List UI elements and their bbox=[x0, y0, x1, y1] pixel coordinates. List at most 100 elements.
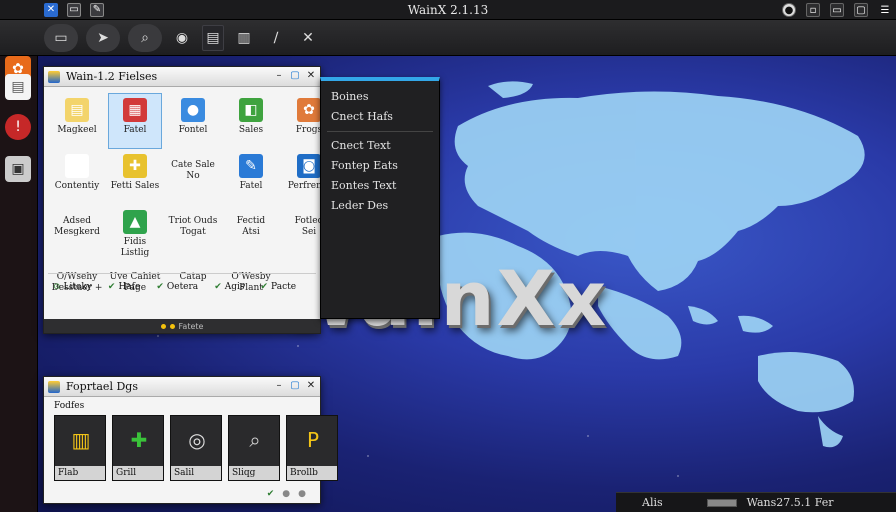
file-item[interactable]: ✆ Contentiy bbox=[50, 149, 104, 205]
file-item[interactable]: ● Fontel bbox=[166, 93, 220, 149]
tools-icon[interactable]: ✕ bbox=[296, 24, 320, 52]
tile-label: Flab bbox=[55, 466, 105, 480]
phone-icon: ✆ bbox=[65, 154, 89, 178]
document-icon[interactable]: ✎ bbox=[90, 2, 104, 17]
restore-icon[interactable]: ▭ bbox=[830, 3, 844, 17]
lock-icon: ◎ bbox=[188, 428, 206, 452]
check-icon[interactable]: ✔ bbox=[267, 489, 275, 499]
file-status-bar: Fatete bbox=[44, 319, 320, 333]
bottom-item[interactable]: ✔ Pacte bbox=[258, 281, 300, 293]
window-app-icon bbox=[48, 70, 60, 83]
menu-item[interactable]: Cnect Text bbox=[321, 136, 439, 156]
search-icon[interactable]: ⌕ bbox=[128, 23, 162, 52]
grid-app-icon: ▦ bbox=[123, 98, 147, 122]
file-item[interactable]: Cate Sale No bbox=[166, 149, 220, 205]
archive-icon[interactable]: ▭ bbox=[44, 23, 78, 52]
app-tile[interactable]: ◎ Salil bbox=[170, 415, 222, 481]
check-icon: ⊙ bbox=[53, 282, 61, 292]
file-item-label: Fectid Atsi bbox=[236, 216, 266, 237]
alert-app-icon[interactable]: ! bbox=[5, 114, 31, 140]
section-label: Fodfes bbox=[54, 401, 85, 411]
file-item[interactable]: Fectid Atsi bbox=[224, 205, 278, 261]
bottom-item-label: Oetera bbox=[166, 282, 199, 292]
notes-icon[interactable]: ▤ bbox=[202, 24, 224, 51]
tile-label: Salil bbox=[171, 466, 221, 480]
pen-icon[interactable]: ∕ bbox=[264, 24, 288, 52]
menu-icon[interactable]: ☰ bbox=[878, 3, 892, 17]
menu-item[interactable]: Boines bbox=[321, 87, 439, 107]
file-item[interactable]: ✎ Fatel bbox=[224, 149, 278, 205]
file-item-label: Fetti Sales bbox=[110, 181, 160, 191]
file-item-label: Cate Sale No bbox=[171, 160, 215, 181]
minimize-icon[interactable]: – bbox=[274, 70, 284, 81]
maximize-icon[interactable]: ▢ bbox=[854, 3, 868, 17]
menu-item[interactable]: Eontes Text bbox=[321, 176, 439, 196]
minimize-icon[interactable]: – bbox=[274, 380, 284, 391]
app-tile[interactable]: P Brollb bbox=[286, 415, 338, 481]
taskbar-progress bbox=[706, 498, 737, 507]
list-icon[interactable]: ▥ bbox=[232, 24, 256, 52]
menu-item[interactable]: Cnect Hafs bbox=[321, 107, 439, 127]
window-title: WainX 2.1.13 bbox=[407, 2, 489, 17]
file-item[interactable]: Triot Ouds Togat bbox=[166, 205, 220, 261]
menu-item[interactable]: Fontep Eats bbox=[321, 156, 439, 176]
file-item[interactable]: Adsed Mesgkerd bbox=[50, 205, 104, 261]
file-item-label: Fatel bbox=[123, 125, 147, 135]
file-item[interactable]: ▦ Fatel bbox=[108, 93, 162, 149]
circle-icon[interactable]: ◉ bbox=[170, 24, 194, 52]
compass-icon[interactable]: ➤ bbox=[86, 23, 120, 52]
file-item-label: Contentiy bbox=[54, 181, 100, 191]
menu-separator bbox=[327, 131, 433, 132]
file-item-label: Magkeel bbox=[57, 125, 97, 135]
app-tile[interactable]: ▥ Flab bbox=[54, 415, 106, 481]
file-item[interactable]: ✚ Fetti Sales bbox=[108, 149, 162, 205]
dialog-window: Foprtael Dgs – ▢ ✕ Fodfes ▥ Flab ✚ Grill ◎ Sa… bbox=[43, 376, 338, 504]
app-tile[interactable]: ⌕ Sliqg bbox=[228, 415, 280, 481]
menu-item[interactable]: Leder Des bbox=[321, 196, 439, 216]
tile-label: Sliqg bbox=[229, 466, 279, 480]
close-icon[interactable]: ✕ bbox=[306, 380, 316, 391]
taskbar-right-label[interactable]: Wans27.5.1 Fer bbox=[747, 496, 834, 509]
window-icon[interactable]: ▫ bbox=[806, 3, 820, 17]
bottom-item[interactable]: ✔ Hafe bbox=[105, 281, 143, 293]
bottom-taskbar: Alis Wans27.5.1 Fer bbox=[616, 492, 896, 512]
file-item-label: Fidis Listlig bbox=[120, 237, 150, 258]
file-bottom-bar: ⊙ Liteky ✔ Hafe ✔ Oetera ✔ Agis ✔ Pacte bbox=[50, 281, 299, 293]
status-text: Fatete bbox=[178, 321, 204, 331]
maximize-icon[interactable]: ▢ bbox=[290, 380, 300, 391]
taskbar-left-label[interactable]: Alis bbox=[642, 496, 663, 509]
toolbar: ▭ ➤ ⌕ ◉ ▤ ▥ ∕ ✕ bbox=[0, 20, 896, 56]
file-item[interactable]: ▲ Fidis Listlig bbox=[108, 205, 162, 261]
text-editor-icon[interactable]: ▤ bbox=[5, 74, 31, 100]
camera-app-icon: ◙ bbox=[297, 154, 321, 178]
bottom-item-label: Liteky bbox=[63, 282, 92, 292]
app-tile[interactable]: ✚ Grill bbox=[112, 415, 164, 481]
dialog-title: Foprtael Dgs bbox=[66, 380, 138, 393]
check-icon: ✔ bbox=[260, 282, 269, 292]
green-book-icon: ◧ bbox=[239, 98, 263, 122]
bottom-item[interactable]: ✔ Agis bbox=[211, 281, 247, 293]
top-bar: ✕ ▭ ✎ WainX 2.1.13 ● ▫ ▭ ▢ ☰ bbox=[0, 0, 896, 20]
app-logo-icon[interactable]: ✕ bbox=[44, 2, 58, 17]
terminal-icon[interactable]: ▣ bbox=[5, 156, 31, 182]
check-icon: ✔ bbox=[214, 282, 222, 292]
check-icon: ✔ bbox=[107, 282, 116, 292]
file-item-label: Triot Ouds Togat bbox=[168, 216, 218, 237]
file-item[interactable]: ▤ Magkeel bbox=[50, 93, 104, 149]
top-right-icons: ● ▫ ▭ ▢ ☰ bbox=[782, 3, 892, 17]
bottom-item[interactable]: ⊙ Liteky bbox=[50, 281, 95, 293]
file-item-label: Sales bbox=[238, 125, 264, 135]
folders-icon: ▥ bbox=[71, 428, 91, 452]
bottom-item-label: Hafe bbox=[118, 282, 141, 292]
bottom-item-label: Pacte bbox=[271, 282, 297, 292]
close-icon[interactable]: ✕ bbox=[306, 70, 316, 81]
file-item[interactable]: ◧ Sales bbox=[224, 93, 278, 149]
maximize-icon[interactable]: ▢ bbox=[290, 70, 300, 81]
top-left-icons: ✕ ▭ ✎ bbox=[44, 2, 104, 17]
robot-icon: ✚ bbox=[130, 428, 148, 452]
folder-icon[interactable]: ▭ bbox=[67, 2, 81, 17]
settings-icon[interactable]: ● bbox=[782, 3, 796, 17]
circle-icon[interactable]: ● bbox=[298, 489, 306, 499]
bottom-item[interactable]: ✔ Oetera bbox=[153, 281, 201, 293]
circle-icon[interactable]: ● bbox=[282, 489, 290, 499]
